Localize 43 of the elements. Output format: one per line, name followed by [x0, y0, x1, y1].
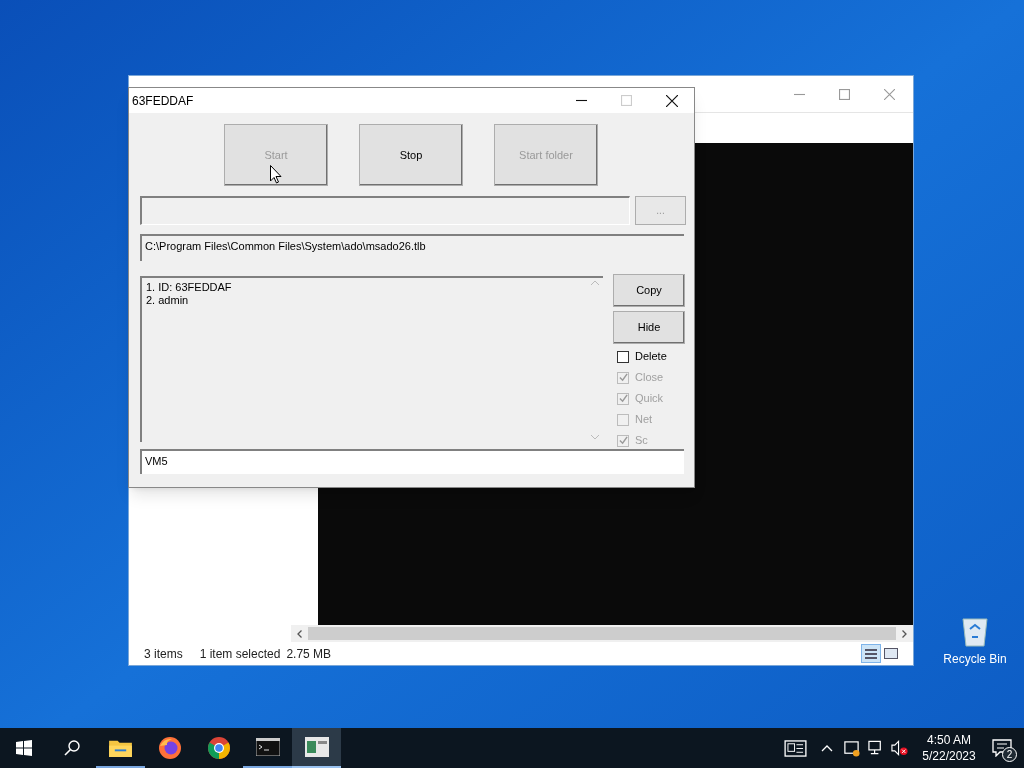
scroll-left-icon[interactable]: [297, 629, 302, 638]
list-item[interactable]: 1. ID: 63FEDDAF: [146, 281, 583, 294]
checkbox-label: Close: [635, 370, 664, 386]
muted-speaker-icon[interactable]: [891, 740, 908, 756]
chevron-up-icon[interactable]: [821, 744, 833, 752]
action-button[interactable]: Stop: [359, 124, 463, 186]
news-icon[interactable]: [784, 739, 807, 757]
icon-label[interactable]: Recycle Bin: [943, 650, 1007, 668]
scroll-right-icon[interactable]: [902, 629, 907, 638]
name-field[interactable]: VM5: [140, 449, 684, 474]
clock-time[interactable]: 4:50 AM: [927, 732, 971, 748]
close-icon[interactable]: [666, 94, 678, 107]
search-icon[interactable]: [64, 740, 80, 756]
cursor-icon: [270, 165, 282, 184]
chrome-icon[interactable]: [206, 736, 231, 760]
scrollbar-thumb[interactable]: [308, 627, 896, 640]
side-button[interactable]: Hide: [613, 311, 685, 344]
clock-date[interactable]: 5/22/2023: [922, 748, 976, 764]
windows-logo-icon[interactable]: [16, 740, 32, 756]
fox-browser-icon[interactable]: [157, 736, 182, 760]
checkbox[interactable]: [617, 350, 629, 363]
input-field[interactable]: [140, 196, 630, 225]
path-field[interactable]: C:\Program Files\Common Files\System\ado\msado26.tlb: [140, 234, 684, 261]
maximize-icon[interactable]: [839, 88, 850, 100]
checkbox-label: Net: [635, 412, 653, 428]
list-box[interactable]: 1. ID: 63FEDDAF 2. admin: [140, 276, 603, 442]
preview-view-icon[interactable]: [884, 648, 898, 659]
checkbox-label: Quick: [635, 391, 664, 407]
notification-badge: 2: [1002, 747, 1017, 762]
list-item[interactable]: 2. admin: [146, 294, 583, 307]
terminal-icon[interactable]: [255, 738, 280, 756]
tray-app-icon[interactable]: [843, 739, 860, 757]
recycle-bin-icon[interactable]: [960, 615, 990, 647]
selection-info: 1 item selected: [199, 645, 281, 663]
notification-icon[interactable]: [992, 739, 1012, 757]
item-count: 3 items: [144, 645, 183, 663]
file-size: 2.75 MB: [286, 645, 332, 663]
window-title: 63FEDDAF: [132, 92, 194, 110]
checkbox-label: Delete: [635, 349, 667, 365]
side-button[interactable]: Copy: [613, 274, 685, 307]
app-window-icon[interactable]: [304, 737, 329, 757]
details-view-icon[interactable]: [861, 644, 881, 663]
checkbox-label: Sc: [635, 433, 648, 449]
